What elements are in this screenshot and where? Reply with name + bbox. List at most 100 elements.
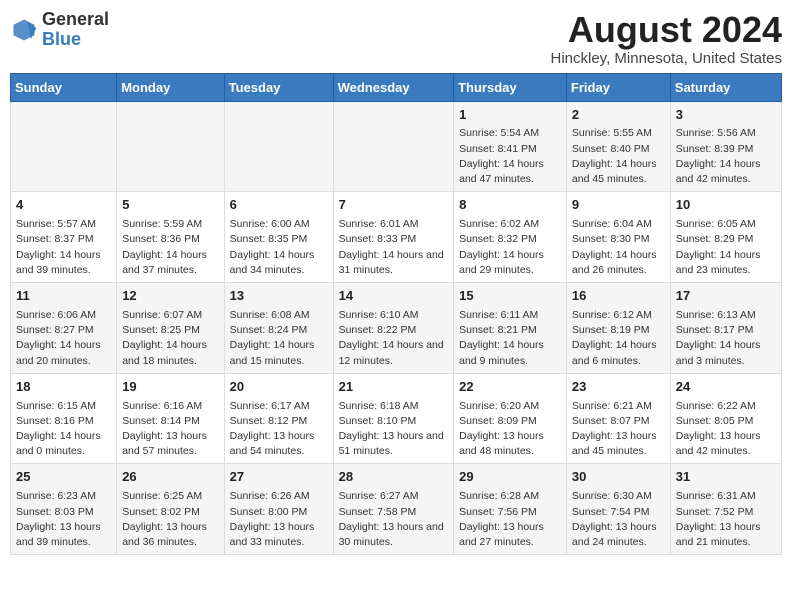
- day-of-week-header: Tuesday: [224, 73, 333, 101]
- sunset-text: Sunset: 8:22 PM: [339, 323, 449, 338]
- day-number: 19: [122, 378, 218, 397]
- daylight-text: Daylight: 14 hours and 29 minutes.: [459, 248, 561, 278]
- daylight-text: Daylight: 13 hours and 48 minutes.: [459, 429, 561, 459]
- sunset-text: Sunset: 8:21 PM: [459, 323, 561, 338]
- day-number: 14: [339, 287, 449, 306]
- sunset-text: Sunset: 8:10 PM: [339, 414, 449, 429]
- sunrise-text: Sunrise: 6:15 AM: [16, 399, 111, 414]
- calendar-day-cell: 3 Sunrise: 5:56 AM Sunset: 8:39 PM Dayli…: [670, 101, 781, 192]
- day-number: 20: [230, 378, 328, 397]
- sunrise-text: Sunrise: 5:55 AM: [572, 126, 665, 141]
- sunrise-text: Sunrise: 6:28 AM: [459, 489, 561, 504]
- sunset-text: Sunset: 8:25 PM: [122, 323, 218, 338]
- logo-text: General Blue: [42, 10, 109, 50]
- day-of-week-header: Monday: [117, 73, 224, 101]
- day-number: 6: [230, 196, 328, 215]
- sunset-text: Sunset: 8:37 PM: [16, 232, 111, 247]
- sunrise-text: Sunrise: 6:00 AM: [230, 217, 328, 232]
- calendar-day-cell: 23 Sunrise: 6:21 AM Sunset: 8:07 PM Dayl…: [566, 373, 670, 464]
- daylight-text: Daylight: 14 hours and 39 minutes.: [16, 248, 111, 278]
- day-number: 8: [459, 196, 561, 215]
- daylight-text: Daylight: 13 hours and 21 minutes.: [676, 520, 776, 550]
- sunrise-text: Sunrise: 6:10 AM: [339, 308, 449, 323]
- calendar-week-row: 1 Sunrise: 5:54 AM Sunset: 8:41 PM Dayli…: [11, 101, 782, 192]
- daylight-text: Daylight: 14 hours and 42 minutes.: [676, 157, 776, 187]
- day-number: 12: [122, 287, 218, 306]
- sunrise-text: Sunrise: 5:59 AM: [122, 217, 218, 232]
- daylight-text: Daylight: 14 hours and 23 minutes.: [676, 248, 776, 278]
- logo: General Blue: [10, 10, 109, 50]
- calendar-day-cell: 25 Sunrise: 6:23 AM Sunset: 8:03 PM Dayl…: [11, 464, 117, 555]
- day-number: 4: [16, 196, 111, 215]
- sunset-text: Sunset: 8:17 PM: [676, 323, 776, 338]
- day-number: 31: [676, 468, 776, 487]
- sunset-text: Sunset: 8:39 PM: [676, 142, 776, 157]
- sunset-text: Sunset: 8:05 PM: [676, 414, 776, 429]
- daylight-text: Daylight: 14 hours and 47 minutes.: [459, 157, 561, 187]
- sunrise-text: Sunrise: 6:04 AM: [572, 217, 665, 232]
- day-number: 9: [572, 196, 665, 215]
- sunset-text: Sunset: 8:07 PM: [572, 414, 665, 429]
- sunset-text: Sunset: 7:54 PM: [572, 505, 665, 520]
- sunset-text: Sunset: 8:09 PM: [459, 414, 561, 429]
- daylight-text: Daylight: 13 hours and 36 minutes.: [122, 520, 218, 550]
- day-number: 2: [572, 106, 665, 125]
- calendar-day-cell: 14 Sunrise: 6:10 AM Sunset: 8:22 PM Dayl…: [333, 283, 454, 374]
- day-number: 22: [459, 378, 561, 397]
- daylight-text: Daylight: 14 hours and 18 minutes.: [122, 338, 218, 368]
- sunset-text: Sunset: 8:33 PM: [339, 232, 449, 247]
- sunrise-text: Sunrise: 6:11 AM: [459, 308, 561, 323]
- sunset-text: Sunset: 8:00 PM: [230, 505, 328, 520]
- daylight-text: Daylight: 13 hours and 27 minutes.: [459, 520, 561, 550]
- sunrise-text: Sunrise: 6:31 AM: [676, 489, 776, 504]
- logo-blue-text: Blue: [42, 29, 81, 49]
- daylight-text: Daylight: 14 hours and 0 minutes.: [16, 429, 111, 459]
- calendar-day-cell: 15 Sunrise: 6:11 AM Sunset: 8:21 PM Dayl…: [454, 283, 567, 374]
- day-of-week-header: Saturday: [670, 73, 781, 101]
- calendar-day-cell: 6 Sunrise: 6:00 AM Sunset: 8:35 PM Dayli…: [224, 192, 333, 283]
- sunrise-text: Sunrise: 6:07 AM: [122, 308, 218, 323]
- calendar-day-cell: 2 Sunrise: 5:55 AM Sunset: 8:40 PM Dayli…: [566, 101, 670, 192]
- day-number: 16: [572, 287, 665, 306]
- calendar-day-cell: 4 Sunrise: 5:57 AM Sunset: 8:37 PM Dayli…: [11, 192, 117, 283]
- calendar-week-row: 18 Sunrise: 6:15 AM Sunset: 8:16 PM Dayl…: [11, 373, 782, 464]
- day-of-week-header: Wednesday: [333, 73, 454, 101]
- sunrise-text: Sunrise: 6:20 AM: [459, 399, 561, 414]
- day-number: 30: [572, 468, 665, 487]
- calendar-day-cell: 17 Sunrise: 6:13 AM Sunset: 8:17 PM Dayl…: [670, 283, 781, 374]
- daylight-text: Daylight: 13 hours and 51 minutes.: [339, 429, 449, 459]
- calendar-day-cell: 24 Sunrise: 6:22 AM Sunset: 8:05 PM Dayl…: [670, 373, 781, 464]
- sunset-text: Sunset: 8:03 PM: [16, 505, 111, 520]
- sunset-text: Sunset: 8:36 PM: [122, 232, 218, 247]
- calendar-day-cell: 21 Sunrise: 6:18 AM Sunset: 8:10 PM Dayl…: [333, 373, 454, 464]
- sunrise-text: Sunrise: 6:05 AM: [676, 217, 776, 232]
- day-number: 29: [459, 468, 561, 487]
- day-number: 5: [122, 196, 218, 215]
- daylight-text: Daylight: 13 hours and 24 minutes.: [572, 520, 665, 550]
- sunset-text: Sunset: 8:14 PM: [122, 414, 218, 429]
- sunrise-text: Sunrise: 6:23 AM: [16, 489, 111, 504]
- sunset-text: Sunset: 7:56 PM: [459, 505, 561, 520]
- sunrise-text: Sunrise: 5:54 AM: [459, 126, 561, 141]
- sunrise-text: Sunrise: 6:25 AM: [122, 489, 218, 504]
- calendar-day-cell: 20 Sunrise: 6:17 AM Sunset: 8:12 PM Dayl…: [224, 373, 333, 464]
- day-number: 24: [676, 378, 776, 397]
- sunset-text: Sunset: 8:02 PM: [122, 505, 218, 520]
- sunrise-text: Sunrise: 6:01 AM: [339, 217, 449, 232]
- calendar-day-cell: 28 Sunrise: 6:27 AM Sunset: 7:58 PM Dayl…: [333, 464, 454, 555]
- sunset-text: Sunset: 8:35 PM: [230, 232, 328, 247]
- daylight-text: Daylight: 14 hours and 37 minutes.: [122, 248, 218, 278]
- day-of-week-header: Thursday: [454, 73, 567, 101]
- sunrise-text: Sunrise: 6:12 AM: [572, 308, 665, 323]
- calendar-day-cell: [11, 101, 117, 192]
- daylight-text: Daylight: 13 hours and 33 minutes.: [230, 520, 328, 550]
- sunset-text: Sunset: 8:30 PM: [572, 232, 665, 247]
- calendar-day-cell: 19 Sunrise: 6:16 AM Sunset: 8:14 PM Dayl…: [117, 373, 224, 464]
- daylight-text: Daylight: 14 hours and 6 minutes.: [572, 338, 665, 368]
- sunset-text: Sunset: 8:12 PM: [230, 414, 328, 429]
- sunset-text: Sunset: 7:58 PM: [339, 505, 449, 520]
- day-number: 3: [676, 106, 776, 125]
- sunset-text: Sunset: 7:52 PM: [676, 505, 776, 520]
- daylight-text: Daylight: 13 hours and 30 minutes.: [339, 520, 449, 550]
- daylight-text: Daylight: 14 hours and 26 minutes.: [572, 248, 665, 278]
